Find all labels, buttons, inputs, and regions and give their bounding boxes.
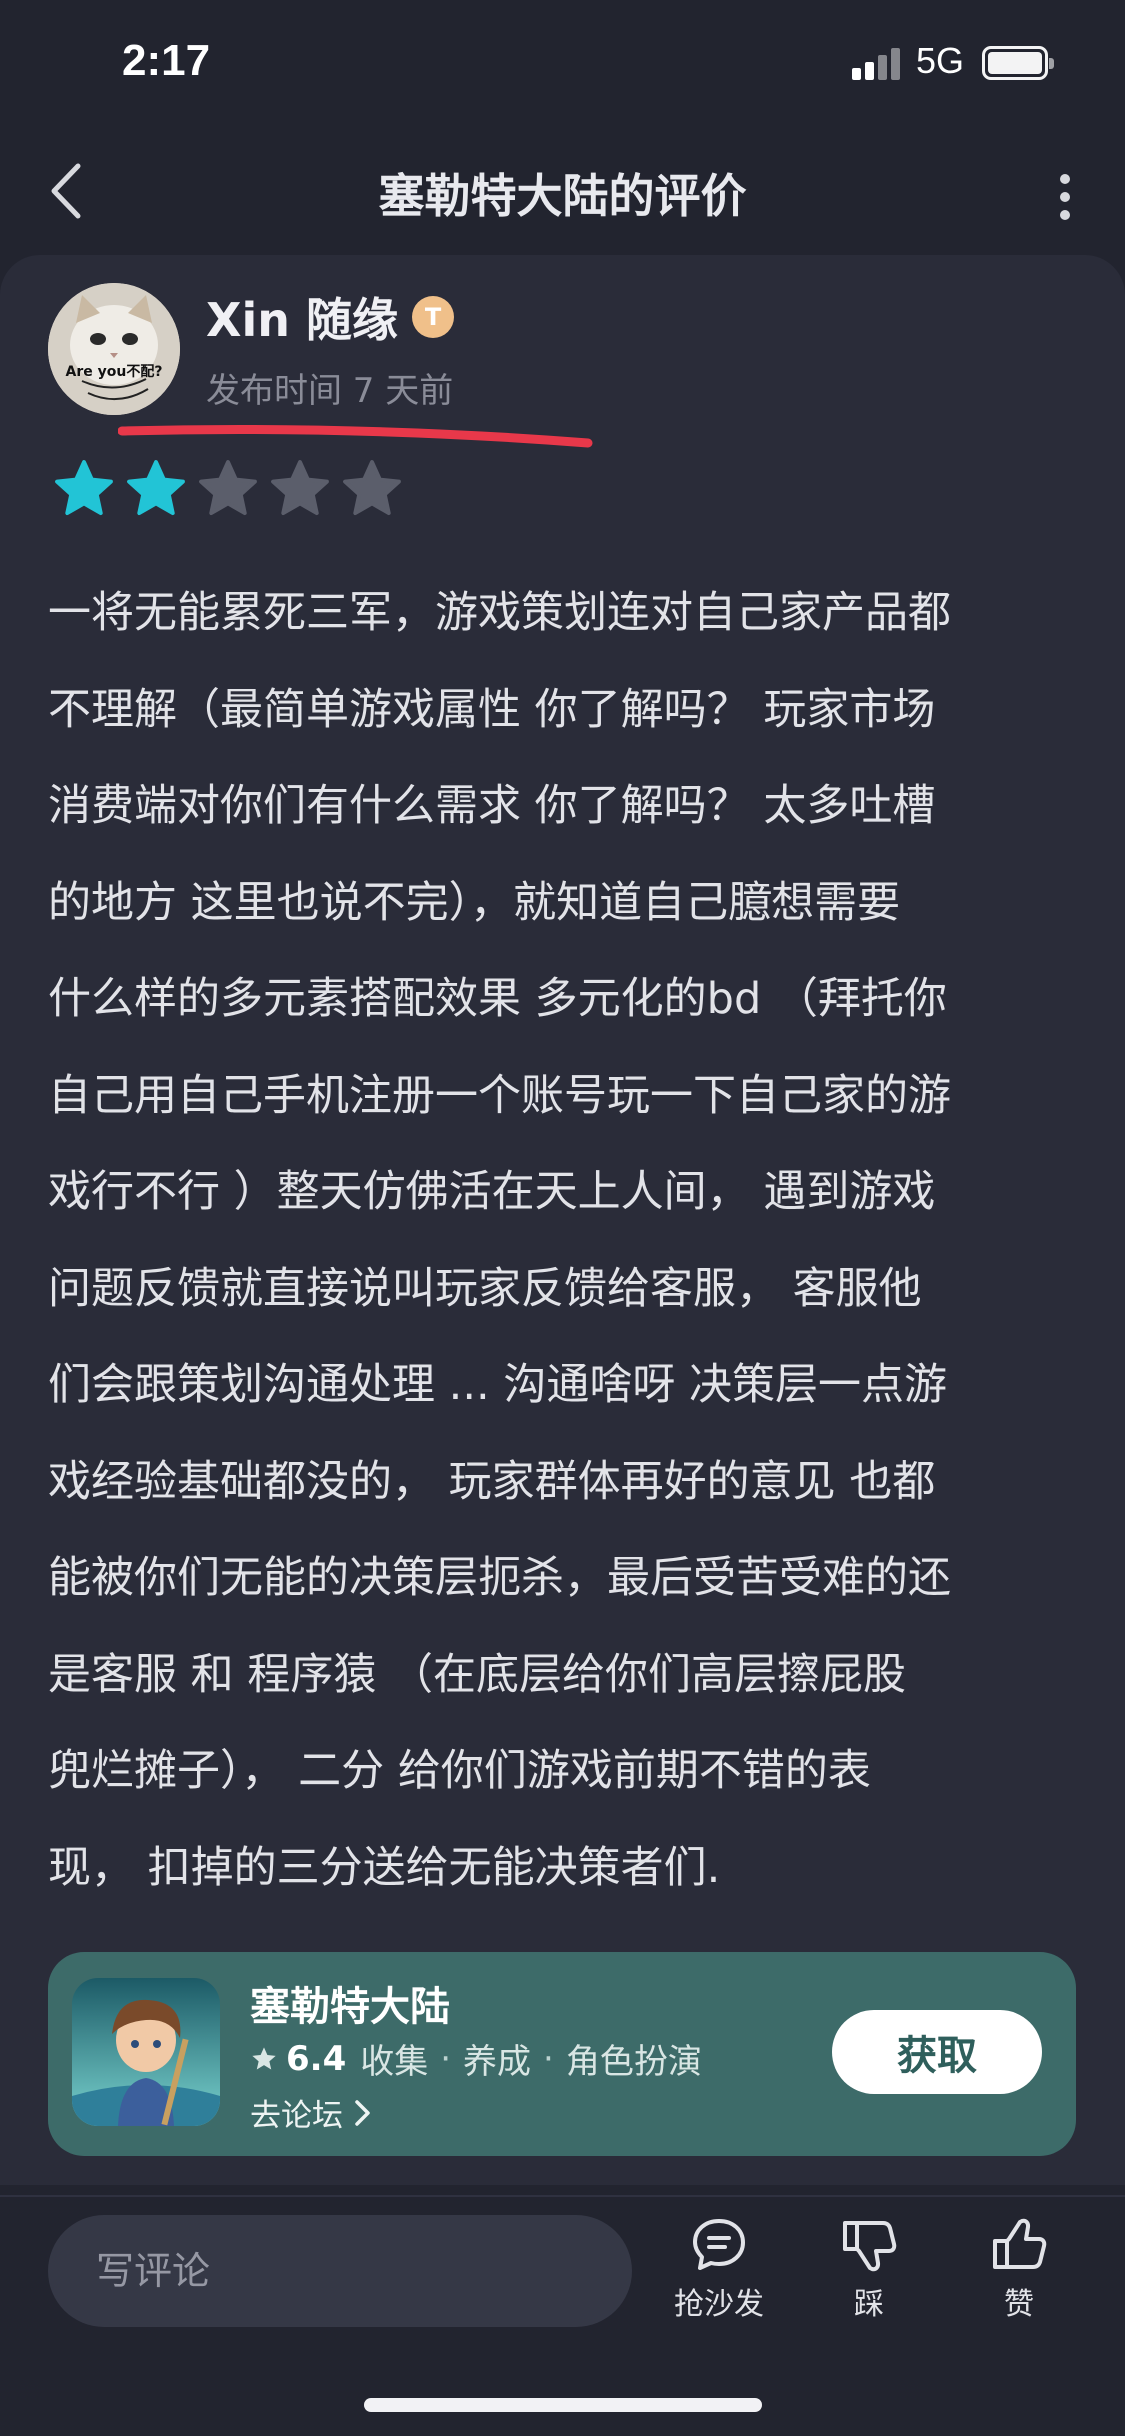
network-label: 5G: [916, 40, 965, 81]
star-rating: [48, 455, 408, 525]
red-underline-annotation: [118, 425, 593, 448]
status-bar: 2:17 5G: [0, 0, 1125, 130]
cat-avatar-icon: [48, 283, 180, 415]
review-text-line: 不理解（最简单游戏属性 你了解吗？ 玩家市场: [48, 684, 936, 735]
like-button[interactable]: 赞: [964, 2215, 1074, 2335]
nav-bar: 塞勒特大陆的评价: [0, 130, 1125, 250]
user-level-badge: T: [412, 296, 454, 338]
star-icon: [252, 2046, 276, 2069]
review-text-line: 戏经验基础都没的， 玩家群体再好的意见 也都: [48, 1456, 936, 1507]
signal-strength-icon: [852, 48, 902, 80]
forum-link[interactable]: 去论坛: [250, 2090, 375, 2135]
page-title: 塞勒特大陆的评价: [378, 169, 747, 223]
star-empty-icon: [271, 460, 329, 516]
chevron-right-icon: [355, 2099, 370, 2126]
review-text-line: 的地方 这里也说不完），就知道自己臆想需要: [48, 877, 901, 928]
game-name[interactable]: 塞勒特大陆: [250, 1974, 450, 2032]
review-text-line: 戏行不行 ）整天仿佛活在天上人间， 遇到游戏: [48, 1167, 936, 1217]
review-text-line: 们会跟策划沟通处理 ... 沟通啥呀 决策层一点游: [48, 1360, 948, 1410]
game-card[interactable]: 塞勒特大陆 6.4 收集 · 养成 · 角色扮演 去论坛 获取: [48, 1952, 1076, 2156]
home-indicator: [364, 2398, 762, 2412]
thumbs-down-icon: [843, 2221, 897, 2272]
game-tag: 收集: [360, 2042, 429, 2082]
first-comment-button[interactable]: 抢沙发: [664, 2215, 774, 2335]
publish-time: 发布时间 7 天前: [206, 371, 454, 411]
like-label: 赞: [1004, 2287, 1034, 2322]
review-text-line: 消费端对你们有什么需求 你了解吗？ 太多吐槽: [48, 781, 936, 831]
review-text-line: 一将无能累死三军，游戏策划连对自己家产品都: [48, 588, 951, 638]
author-name[interactable]: Xin 随缘: [206, 284, 398, 350]
game-tag: 角色扮演: [565, 2042, 702, 2082]
author-row: Xin 随缘 T: [206, 287, 454, 347]
review-text-line: 自己用自己手机注册一个账号玩一下自己家的游: [48, 1070, 951, 1121]
get-game-button[interactable]: 获取: [832, 2010, 1042, 2094]
game-tag: 养成: [463, 2042, 532, 2082]
avatar[interactable]: Are you不配?: [48, 283, 180, 415]
thumbs-up-icon: [993, 2218, 1047, 2269]
star-empty-icon: [199, 460, 257, 516]
avatar-caption: Are you不配?: [65, 364, 163, 380]
star-empty-icon: [343, 460, 401, 516]
review-text-line: 问题反馈就直接说叫玩家反馈给客服， 客服他: [48, 1263, 922, 1314]
game-icon[interactable]: [72, 1978, 220, 2126]
comment-bubble-icon: [693, 2219, 745, 2270]
forum-link-label: 去论坛: [250, 2098, 343, 2134]
comment-input[interactable]: 写评论: [48, 2215, 632, 2327]
star-filled-icon: [55, 460, 113, 516]
dislike-button[interactable]: 踩: [814, 2215, 924, 2335]
status-time: 2:17: [122, 36, 211, 85]
review-text-line: 兜烂摊子）， 二分 给你们游戏前期不错的表: [48, 1746, 871, 1796]
review-text-line: 是客服 和 程序猿 （在底层给你们高层擦屁股: [48, 1649, 907, 1700]
first-comment-label: 抢沙发: [674, 2287, 764, 2322]
game-score: 6.4: [286, 2038, 347, 2079]
review-card: Are you不配? Xin 随缘 T 发布时间 7 天前 一将无能累死三军，游…: [0, 255, 1125, 2185]
more-options-button[interactable]: [1040, 160, 1090, 230]
battery-icon: [982, 46, 1054, 80]
dislike-label: 踩: [854, 2287, 884, 2322]
review-text-line: 现， 扣掉的三分送给无能决策者们.: [48, 1842, 721, 1893]
review-text-line: 能被你们无能的决策层扼杀，最后受苦受难的还: [48, 1553, 951, 1603]
review-text-line: 什么样的多元素搭配效果 多元化的bd （拜托你: [48, 974, 947, 1024]
star-filled-icon: [127, 460, 185, 516]
game-meta: 6.4 收集 · 养成 · 角色扮演: [250, 2034, 702, 2083]
review-text: 一将无能累死三军，游戏策划连对自己家产品都 不理解（最简单游戏属性 你了解吗？ 玩…: [48, 565, 1088, 1916]
